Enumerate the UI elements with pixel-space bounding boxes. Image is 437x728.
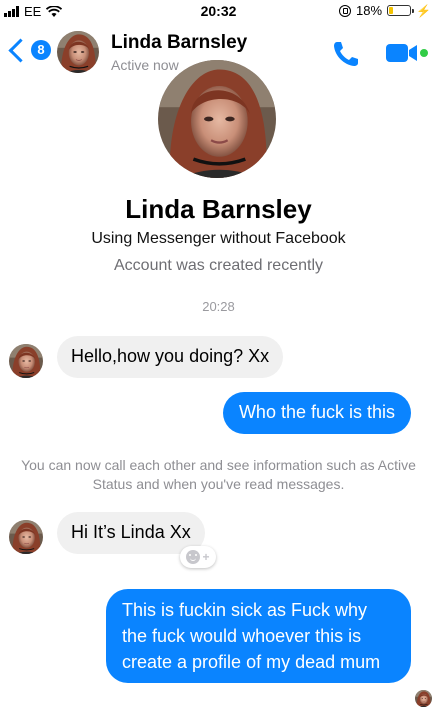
message-incoming[interactable]: Hello,how you doing? Xx xyxy=(57,336,284,378)
unread-badge: 8 xyxy=(31,40,51,60)
message-incoming[interactable]: Hi It’s Linda Xx xyxy=(57,512,205,554)
smiley-face-icon xyxy=(186,550,201,564)
conversation-timestamp: 20:28 xyxy=(202,299,235,314)
battery-fill xyxy=(389,7,394,14)
status-bar: EE 20:32 18% ⚡ xyxy=(0,0,437,22)
add-reaction-icon[interactable]: + xyxy=(180,546,216,568)
profile-subtitle: Using Messenger without Facebook xyxy=(91,230,346,247)
phone-icon[interactable] xyxy=(330,38,362,70)
battery-icon xyxy=(387,5,415,16)
profile-photo[interactable] xyxy=(158,60,276,178)
active-dot xyxy=(420,49,428,57)
message-outgoing[interactable]: This is fuckin sick as Fuck why the fuck… xyxy=(106,589,411,683)
contact-avatar[interactable] xyxy=(9,520,43,554)
rotation-lock-icon xyxy=(339,4,352,17)
profile-created-note: Account was created recently xyxy=(114,257,323,274)
video-camera-icon[interactable] xyxy=(384,40,430,66)
plus-icon: + xyxy=(202,550,210,564)
contact-avatar[interactable] xyxy=(9,344,43,378)
message-outgoing[interactable]: Who the fuck is this xyxy=(222,392,411,434)
profile-name: Linda Barnsley xyxy=(125,194,312,224)
back-chevron-icon xyxy=(8,37,33,63)
call-permission-notice: You can now call each other and see info… xyxy=(21,457,416,492)
active-status: Active now xyxy=(111,57,179,73)
header-avatar[interactable] xyxy=(57,31,99,73)
status-right: 18% ⚡ xyxy=(339,3,431,18)
back-button[interactable]: 8 xyxy=(6,37,51,63)
contact-name[interactable]: Linda Barnsley xyxy=(111,32,247,54)
battery-percent: 18% xyxy=(356,3,383,18)
charging-icon: ⚡ xyxy=(416,3,431,18)
seen-receipt-avatar xyxy=(415,690,432,707)
